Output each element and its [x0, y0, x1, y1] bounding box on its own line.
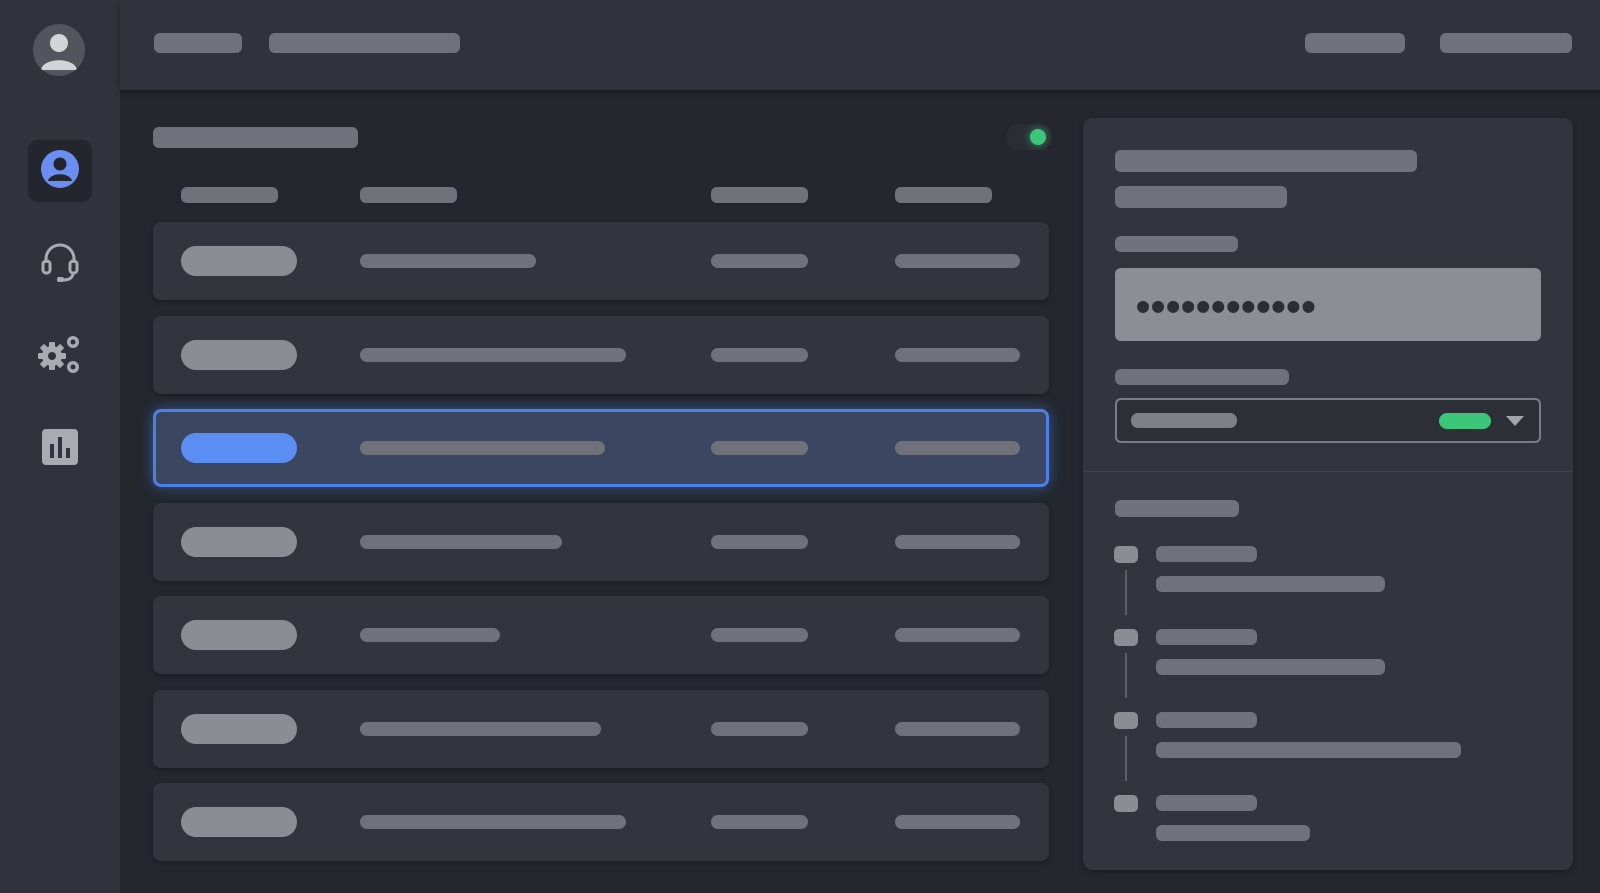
- chevron-down-icon[interactable]: [1506, 416, 1524, 426]
- row-name-cell: [360, 254, 536, 268]
- timeline-entry-title: [1156, 546, 1257, 562]
- row-date-cell: [711, 348, 808, 362]
- sidebar: [0, 0, 120, 893]
- table-row-selected[interactable]: [153, 409, 1049, 487]
- status-toggle[interactable]: [1006, 124, 1052, 150]
- details-subtitle-placeholder: [1115, 186, 1287, 208]
- timeline-entry-title: [1156, 712, 1257, 728]
- timeline-entry-title: [1156, 629, 1257, 645]
- timeline-entry-detail: [1156, 742, 1461, 758]
- sidebar-item-support[interactable]: [28, 232, 92, 294]
- row-type-pill: [181, 246, 297, 276]
- top-bar: [120, 0, 1600, 90]
- password-input[interactable]: ●●●●●●●●●●●●: [1115, 268, 1541, 341]
- column-header-status[interactable]: [895, 187, 992, 203]
- column-header-type[interactable]: [181, 187, 278, 203]
- password-mask: ●●●●●●●●●●●●: [1137, 292, 1318, 317]
- select-status-badge: [1439, 413, 1491, 429]
- header-action-placeholder[interactable]: [1305, 33, 1405, 53]
- timeline-entry-detail: [1156, 576, 1385, 592]
- row-type-pill: [181, 807, 297, 837]
- row-status-cell: [895, 815, 1020, 829]
- row-status-cell: [895, 722, 1020, 736]
- table-row[interactable]: [153, 222, 1049, 300]
- details-title-placeholder: [1115, 150, 1417, 172]
- breadcrumb-page-placeholder[interactable]: [269, 33, 460, 53]
- password-label-placeholder: [1115, 236, 1238, 252]
- page-title-placeholder: [153, 127, 358, 148]
- status-indicator-icon: [1030, 129, 1046, 145]
- row-name-cell: [360, 441, 605, 455]
- row-date-cell: [711, 441, 808, 455]
- breadcrumb-home-placeholder[interactable]: [154, 33, 242, 53]
- row-type-pill: [181, 433, 297, 463]
- table-row[interactable]: [153, 316, 1049, 394]
- column-header-name[interactable]: [360, 187, 457, 203]
- table-row[interactable]: [153, 596, 1049, 674]
- row-date-cell: [711, 535, 808, 549]
- timeline-node-icon: [1114, 712, 1138, 729]
- timeline-node-icon: [1114, 795, 1138, 812]
- bar-chart-icon: [41, 428, 79, 470]
- row-type-pill: [181, 714, 297, 744]
- table-row[interactable]: [153, 690, 1049, 768]
- timeline-entry-detail: [1156, 825, 1310, 841]
- row-status-cell: [895, 535, 1020, 549]
- row-name-cell: [360, 535, 562, 549]
- table-row[interactable]: [153, 783, 1049, 861]
- timeline-title-placeholder: [1115, 500, 1239, 517]
- timeline-connector: [1125, 570, 1127, 615]
- details-panel: ●●●●●●●●●●●●: [1083, 118, 1573, 870]
- row-date-cell: [711, 628, 808, 642]
- row-type-pill: [181, 620, 297, 650]
- user-circle-icon: [40, 149, 80, 193]
- user-avatar-icon[interactable]: [33, 24, 85, 76]
- timeline-entry-detail: [1156, 659, 1385, 675]
- row-name-cell: [360, 348, 626, 362]
- timeline-node-icon: [1114, 629, 1138, 646]
- table-row[interactable]: [153, 503, 1049, 581]
- row-name-cell: [360, 722, 601, 736]
- row-date-cell: [711, 722, 808, 736]
- timeline-entry-title: [1156, 795, 1257, 811]
- timeline-connector: [1125, 653, 1127, 698]
- panel-divider: [1083, 471, 1573, 472]
- gears-icon: [37, 332, 83, 380]
- row-name-cell: [360, 628, 500, 642]
- column-header-date[interactable]: [711, 187, 808, 203]
- headset-icon: [39, 239, 81, 287]
- timeline-node-icon: [1114, 546, 1138, 563]
- row-status-cell: [895, 441, 1020, 455]
- row-status-cell: [895, 628, 1020, 642]
- sidebar-item-analytics[interactable]: [28, 418, 92, 480]
- row-status-cell: [895, 348, 1020, 362]
- row-type-pill: [181, 340, 297, 370]
- select-value-placeholder: [1131, 413, 1237, 428]
- row-name-cell: [360, 815, 626, 829]
- row-date-cell: [711, 254, 808, 268]
- select-label-placeholder: [1115, 369, 1289, 385]
- sidebar-item-settings[interactable]: [28, 325, 92, 387]
- header-user-placeholder[interactable]: [1440, 33, 1572, 53]
- sidebar-item-profile[interactable]: [28, 140, 92, 202]
- timeline-connector: [1125, 736, 1127, 781]
- status-select[interactable]: [1115, 398, 1541, 443]
- row-date-cell: [711, 815, 808, 829]
- row-status-cell: [895, 254, 1020, 268]
- row-type-pill: [181, 527, 297, 557]
